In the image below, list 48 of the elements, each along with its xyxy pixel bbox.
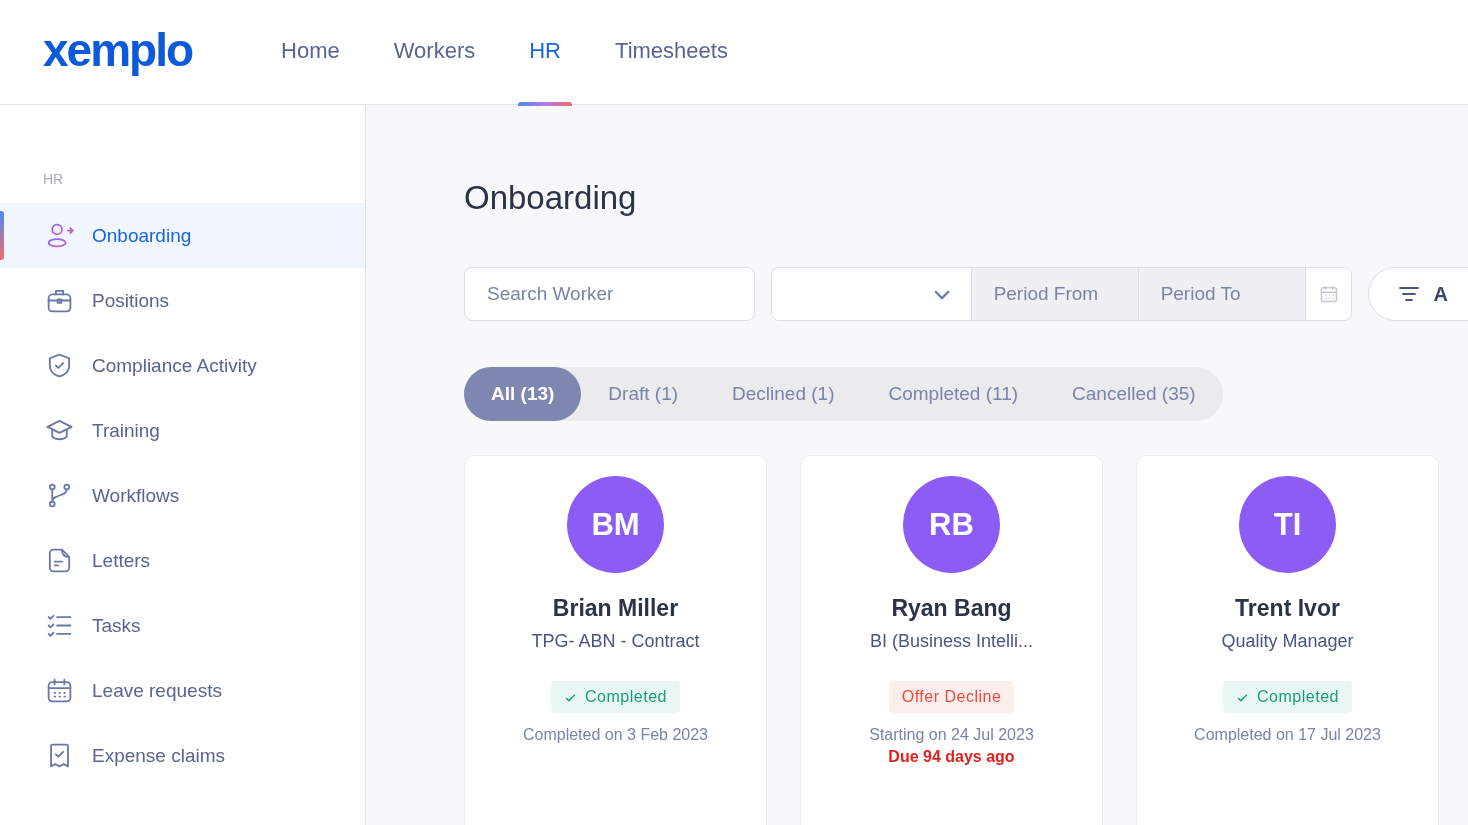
worker-name: Ryan Bang: [891, 595, 1012, 622]
calendar-icon: [45, 676, 74, 705]
xemplo-logo[interactable]: xemplo: [43, 23, 193, 77]
sidebar-item[interactable]: Training: [0, 398, 365, 463]
status-tab[interactable]: Cancelled (35): [1045, 367, 1223, 421]
avatar-initials: RB: [903, 476, 1000, 573]
status-tab[interactable]: All (13): [464, 367, 582, 421]
worker-card[interactable]: TI Trent Ivor Quality Manager Completed Completed on 17 Jul 2023: [1136, 455, 1439, 825]
date-text: Completed on 17 Jul 2023: [1194, 726, 1381, 744]
period-from-field[interactable]: Period From: [971, 268, 1139, 320]
sidebar-item[interactable]: Tasks: [0, 593, 365, 658]
due-text: Due 94 days ago: [888, 748, 1015, 766]
sidebar-item[interactable]: Workflows: [0, 463, 365, 528]
status-tab[interactable]: Completed (11): [861, 367, 1046, 421]
sidebar-item[interactable]: Expense claims: [0, 723, 365, 788]
search-field[interactable]: Search Worker: [464, 267, 755, 321]
sidebar-item[interactable]: Letters: [0, 528, 365, 593]
person-arrow-icon: [45, 221, 74, 250]
status-tab[interactable]: Draft (1): [581, 367, 706, 421]
filter-button[interactable]: A: [1368, 267, 1468, 321]
period-to-field[interactable]: Period To: [1138, 268, 1306, 320]
worker-name: Brian Miller: [552, 595, 679, 622]
nav-tab[interactable]: Workers: [366, 0, 503, 105]
sidebar-item[interactable]: Compliance Activity: [0, 333, 365, 398]
status-badge: Completed: [551, 681, 680, 713]
sidebar-item[interactable]: Onboarding: [0, 203, 365, 268]
dropdown-field[interactable]: [771, 268, 972, 320]
status-badge: Completed: [1223, 681, 1352, 713]
date-text: Completed on 3 Feb 2023: [523, 726, 708, 744]
date-text: Starting on 24 Jul 2023: [869, 726, 1034, 744]
nav-tab[interactable]: Timesheets: [588, 0, 755, 105]
nav-tab[interactable]: HR: [502, 0, 588, 105]
nav-tab[interactable]: Home: [254, 0, 367, 105]
sidebar-item[interactable]: Positions: [0, 268, 365, 333]
worker-position: BI (Business Intelli...: [869, 631, 1034, 652]
worker-position: TPG- ABN - Contract: [531, 631, 700, 652]
avatar-initials: BM: [567, 476, 664, 573]
status-tab[interactable]: Declined (1): [705, 367, 862, 421]
worker-card[interactable]: RB Ryan Bang BI (Business Intelli... Offer Decline Starting on 24 Jul 2023 Due 94 days ago: [800, 455, 1103, 825]
calendar-icon[interactable]: [1318, 284, 1339, 304]
avatar-initials: TI: [1239, 476, 1336, 573]
worker-name: Trent Ivor: [1235, 595, 1340, 622]
page-title: Onboarding: [464, 179, 638, 217]
status-badge: Offer Decline: [888, 681, 1015, 713]
worker-card[interactable]: BM Brian Miller TPG- ABN - Contract Completed Completed on 3 Feb 2023: [464, 455, 767, 825]
sidebar-section-label: HR: [42, 171, 65, 187]
worker-position: Quality Manager: [1221, 631, 1354, 652]
sidebar-item[interactable]: Leave requests: [0, 658, 365, 723]
